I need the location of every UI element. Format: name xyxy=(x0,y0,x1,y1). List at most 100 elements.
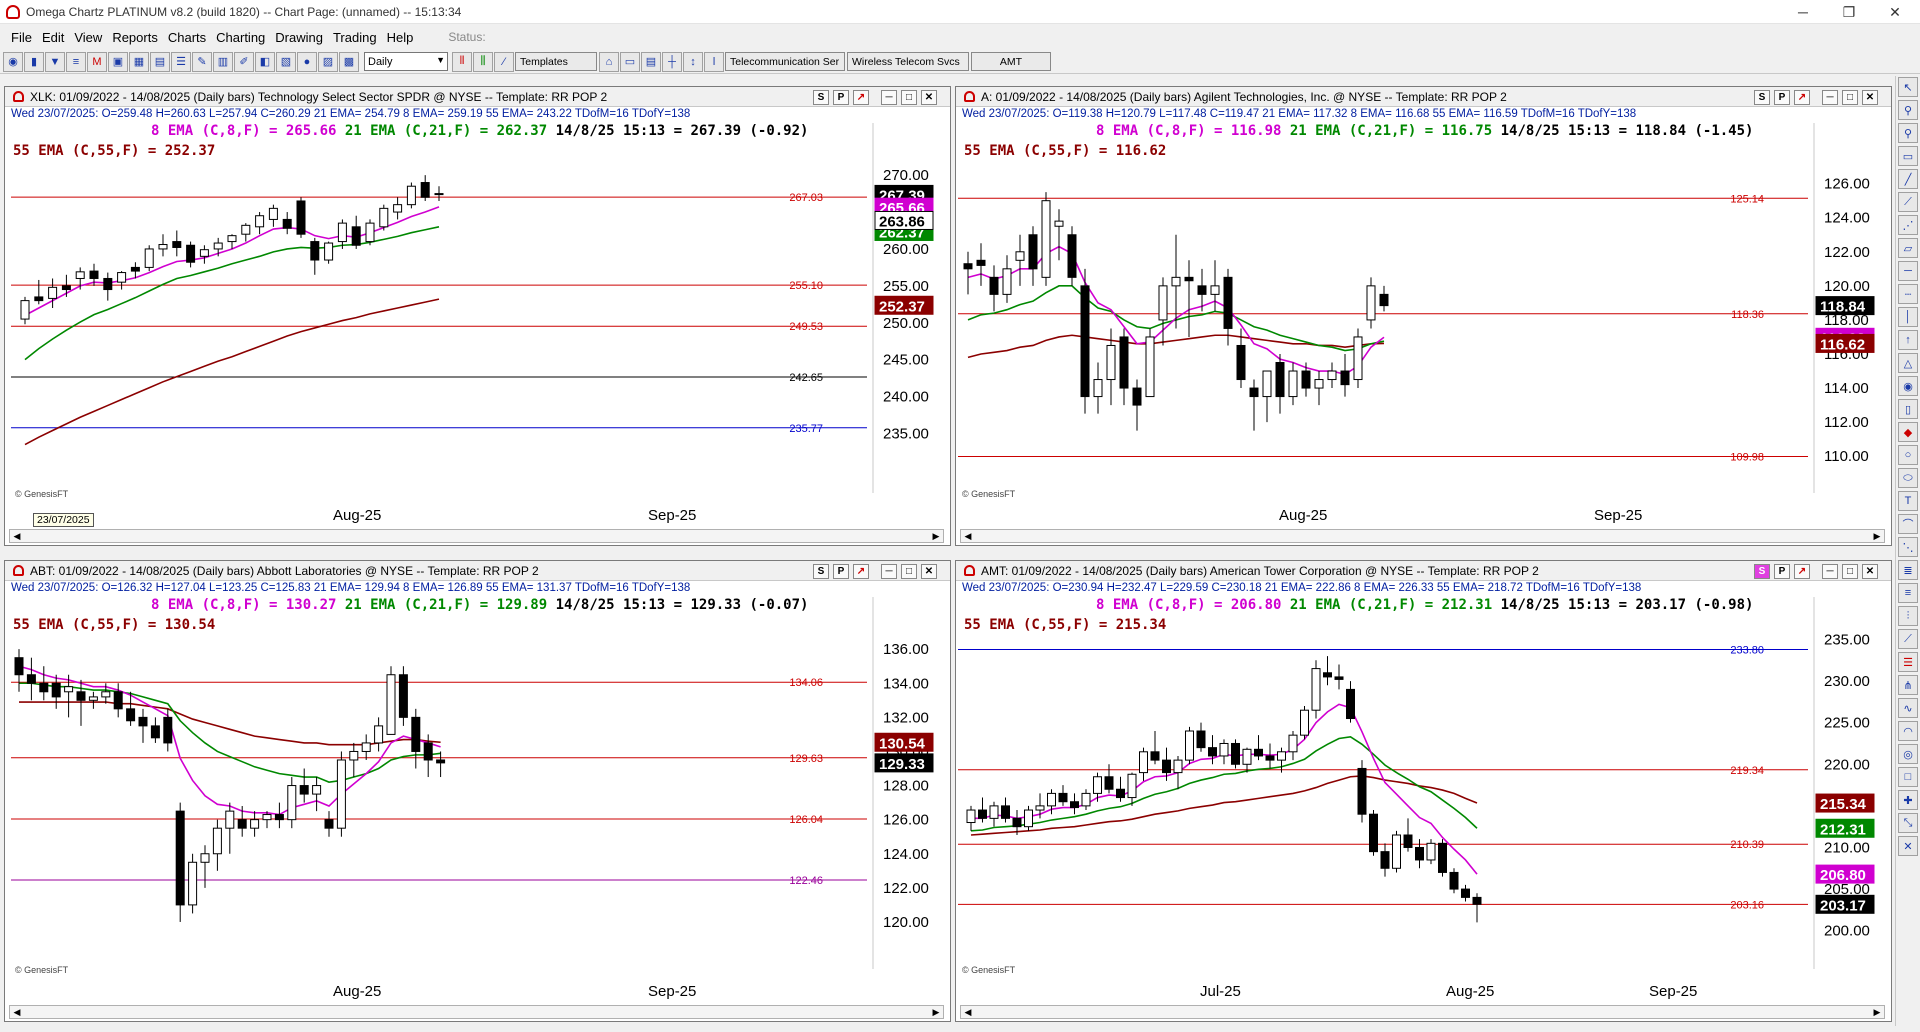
monitor-icon[interactable]: ▭ xyxy=(1898,146,1918,166)
chart-pane-amt[interactable]: AMT: 01/09/2022 - 14/08/2025 (Daily bars… xyxy=(955,560,1892,1022)
compare-icon[interactable]: ▭ xyxy=(620,51,640,72)
cross-icon[interactable]: ✚ xyxy=(1898,790,1918,810)
text-icon[interactable]: T xyxy=(1898,491,1918,511)
popout-button[interactable]: ↗ xyxy=(853,564,869,579)
menu-view[interactable]: View xyxy=(69,30,107,45)
cycle-icon[interactable]: ⫶ xyxy=(1898,606,1918,626)
traffic-light-icon[interactable]: ▮ xyxy=(24,51,44,72)
pane-minimize-button[interactable]: ─ xyxy=(1822,90,1838,105)
levels-icon[interactable]: ≡ xyxy=(1898,583,1918,603)
menu-file[interactable]: File xyxy=(6,30,37,45)
horizontal-scrollbar[interactable]: ◀ ▶ xyxy=(960,529,1885,543)
speed-line-icon[interactable]: ⟋ xyxy=(1898,629,1918,649)
pane-maximize-button[interactable]: □ xyxy=(1842,90,1858,105)
hline-icon[interactable]: ─ xyxy=(1898,261,1918,281)
oval-icon[interactable]: ⬭ xyxy=(1898,468,1918,488)
price-chart[interactable]: 126.00124.00122.00120.00118.00116.00114.… xyxy=(956,123,1891,503)
arrow-up-icon[interactable]: ↑ xyxy=(1898,330,1918,350)
p-button[interactable]: P xyxy=(1774,564,1790,579)
scroll-right-icon[interactable]: ▶ xyxy=(1870,530,1884,542)
line-chart-icon[interactable]: ⁄ xyxy=(494,51,514,72)
scroll-right-icon[interactable]: ▶ xyxy=(929,530,943,542)
cursor-icon[interactable]: ↕ xyxy=(683,51,703,72)
folder-icon[interactable]: ▨ xyxy=(318,51,338,72)
globe-icon[interactable]: ◉ xyxy=(3,51,23,72)
pane-minimize-button[interactable]: ─ xyxy=(1822,564,1838,579)
price-chart[interactable]: 235.00230.00225.00220.00215.00210.00205.… xyxy=(956,597,1891,979)
pane-maximize-button[interactable]: □ xyxy=(901,564,917,579)
crosshair-icon[interactable]: ┼ xyxy=(662,51,682,72)
record-icon[interactable]: ● xyxy=(297,51,317,72)
p-button[interactable]: P xyxy=(833,90,849,105)
sector-dropdown[interactable]: Telecommunication Ser xyxy=(725,52,845,71)
horizontal-scrollbar[interactable]: ◀ ▶ xyxy=(960,1005,1885,1019)
scroll-left-icon[interactable]: ◀ xyxy=(10,1006,24,1018)
pointer-icon[interactable]: ↖ xyxy=(1898,77,1918,97)
price-chart[interactable]: 136.00134.00132.00130.00128.00126.00124.… xyxy=(5,597,950,979)
dashed-line-icon[interactable]: ┄ xyxy=(1898,284,1918,304)
restore-button[interactable]: ❐ xyxy=(1826,0,1872,24)
edit-icon[interactable]: ✐ xyxy=(234,51,254,72)
pane-close-button[interactable]: ✕ xyxy=(921,564,937,579)
scroll-right-icon[interactable]: ▶ xyxy=(929,1006,943,1018)
vline-icon[interactable]: │ xyxy=(1898,307,1918,327)
fan-icon[interactable]: ⋰ xyxy=(1898,215,1918,235)
pane-maximize-button[interactable]: □ xyxy=(1842,564,1858,579)
wave-icon[interactable]: ∿ xyxy=(1898,698,1918,718)
portfolio-icon[interactable]: ▣ xyxy=(108,51,128,72)
list-icon[interactable]: ☰ xyxy=(171,51,191,72)
pane-close-button[interactable]: ✕ xyxy=(1862,564,1878,579)
red-lines-icon[interactable]: ☰ xyxy=(1898,652,1918,672)
menu-help[interactable]: Help xyxy=(382,30,419,45)
bar-chart-icon[interactable]: ⫴ xyxy=(452,51,472,72)
pane-minimize-button[interactable]: ─ xyxy=(881,90,897,105)
filter-icon[interactable]: ▼ xyxy=(45,51,65,72)
pane-minimize-button[interactable]: ─ xyxy=(881,564,897,579)
popout-button[interactable]: ↗ xyxy=(1794,90,1810,105)
s-button[interactable]: S xyxy=(1754,90,1770,105)
network-icon[interactable]: ⌂ xyxy=(599,51,619,72)
scroll-left-icon[interactable]: ◀ xyxy=(961,1006,975,1018)
arc-icon[interactable]: ◠ xyxy=(1898,721,1918,741)
menu-drawing[interactable]: Drawing xyxy=(270,30,328,45)
magnify-icon[interactable]: ⚲ xyxy=(1898,123,1918,143)
chart-pane-abt[interactable]: ABT: 01/09/2022 - 14/08/2025 (Daily bars… xyxy=(4,560,951,1022)
pitchfork-icon[interactable]: ⋔ xyxy=(1898,675,1918,695)
p-button[interactable]: P xyxy=(833,564,849,579)
menu-trading[interactable]: Trading xyxy=(328,30,382,45)
grid-icon[interactable]: ▤ xyxy=(150,51,170,72)
minimize-button[interactable]: ─ xyxy=(1780,0,1826,24)
menu-reports[interactable]: Reports xyxy=(107,30,163,45)
trend-line-icon[interactable]: ╱ xyxy=(1898,169,1918,189)
menu-edit[interactable]: Edit xyxy=(37,30,69,45)
industry-dropdown[interactable]: Wireless Telecom Svcs xyxy=(847,52,969,71)
s-button[interactable]: S xyxy=(813,564,829,579)
scroll-icon[interactable]: ≡ xyxy=(66,51,86,72)
chart-pane-xlk[interactable]: XLK: 01/09/2022 - 14/08/2025 (Daily bars… xyxy=(4,86,951,546)
fib-icon[interactable]: ≣ xyxy=(1898,560,1918,580)
candle-chart-icon[interactable]: ⫼ xyxy=(473,51,493,72)
m-icon[interactable]: M xyxy=(87,51,107,72)
chart-book-icon[interactable]: ▥ xyxy=(213,51,233,72)
triangle-icon[interactable]: △ xyxy=(1898,353,1918,373)
scroll-left-icon[interactable]: ◀ xyxy=(10,530,24,542)
square-icon[interactable]: □ xyxy=(1898,767,1918,787)
layers-icon[interactable]: ◧ xyxy=(255,51,275,72)
spiral-icon[interactable]: ◎ xyxy=(1898,744,1918,764)
chart-pane-a[interactable]: A: 01/09/2022 - 14/08/2025 (Daily bars) … xyxy=(955,86,1892,546)
p-button[interactable]: P xyxy=(1774,90,1790,105)
s-button[interactable]: S xyxy=(813,90,829,105)
scroll-right-icon[interactable]: ▶ xyxy=(1870,1006,1884,1018)
templates-button[interactable]: Templates xyxy=(515,52,597,71)
chart-type-icon[interactable]: ▤ xyxy=(641,51,661,72)
gann-icon[interactable]: ⋱ xyxy=(1898,537,1918,557)
pane-close-button[interactable]: ✕ xyxy=(921,90,937,105)
pen-icon[interactable]: ✎ xyxy=(192,51,212,72)
horizontal-scrollbar[interactable]: ◀ ▶ xyxy=(9,529,944,543)
horizontal-scrollbar[interactable]: ◀ ▶ xyxy=(9,1005,944,1019)
close-button[interactable]: ✕ xyxy=(1872,0,1918,24)
marker-icon[interactable]: ǀ xyxy=(704,51,724,72)
popout-button[interactable]: ↗ xyxy=(853,90,869,105)
curve-icon[interactable]: ⌒ xyxy=(1898,514,1918,534)
ring-icon[interactable]: ○ xyxy=(1898,445,1918,465)
